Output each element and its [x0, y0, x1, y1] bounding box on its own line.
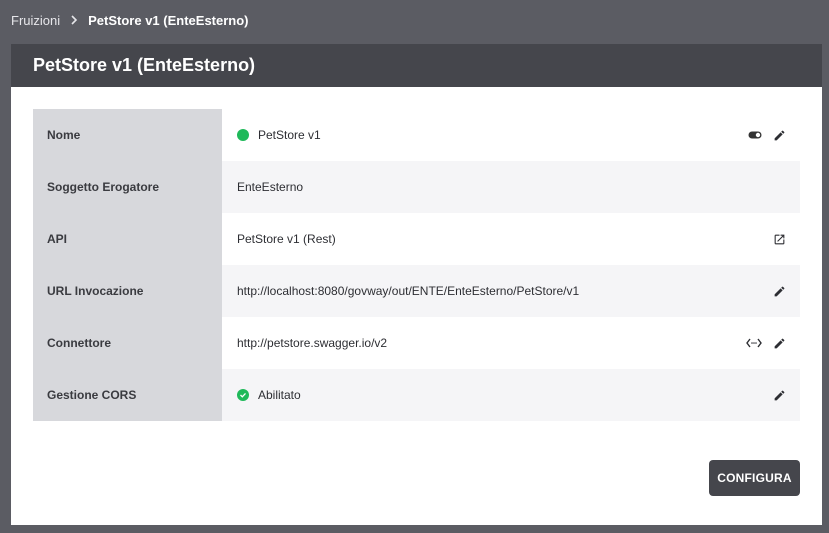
row-nome: Nome PetStore v1 — [33, 109, 800, 161]
value-connettore-cell: http://petstore.swagger.io/v2 — [222, 317, 800, 369]
label-soggetto: Soggetto Erogatore — [33, 161, 222, 213]
value-url-cell: http://localhost:8080/govway/out/ENTE/En… — [222, 265, 800, 317]
value-soggetto-cell: EnteEsterno — [222, 161, 800, 213]
breadcrumb-current: PetStore v1 (EnteEsterno) — [88, 12, 249, 28]
value-nome: PetStore v1 — [258, 128, 321, 142]
value-connettore: http://petstore.swagger.io/v2 — [237, 336, 388, 350]
value-cors: Abilitato — [258, 388, 301, 402]
chevron-right-icon — [68, 14, 80, 26]
value-url: http://localhost:8080/govway/out/ENTE/En… — [237, 284, 580, 298]
edit-nome-icon[interactable] — [772, 128, 786, 142]
open-external-icon[interactable] — [772, 232, 786, 246]
row-connettore: Connettore http://petstore.swagger.io/v2 — [33, 317, 800, 369]
edit-cors-icon[interactable] — [772, 388, 786, 402]
panel-title: PetStore v1 (EnteEsterno) — [11, 44, 822, 87]
row-soggetto: Soggetto Erogatore EnteEsterno — [33, 161, 800, 213]
row-cors: Gestione CORS Abilitato — [33, 369, 800, 421]
value-nome-cell: PetStore v1 — [222, 109, 800, 161]
label-connettore: Connettore — [33, 317, 222, 369]
row-url: URL Invocazione http://localhost:8080/go… — [33, 265, 800, 317]
label-cors: Gestione CORS — [33, 369, 222, 421]
status-active-icon — [237, 129, 249, 141]
code-arrows-icon[interactable] — [746, 336, 762, 350]
label-nome: Nome — [33, 109, 222, 161]
detail-panel: PetStore v1 (EnteEsterno) Nome PetStore … — [11, 44, 822, 525]
edit-connettore-icon[interactable] — [772, 336, 786, 350]
edit-url-icon[interactable] — [772, 284, 786, 298]
label-api: API — [33, 213, 222, 265]
breadcrumb: Fruizioni PetStore v1 (EnteEsterno) — [11, 0, 249, 40]
label-url: URL Invocazione — [33, 265, 222, 317]
breadcrumb-fruizioni-link[interactable]: Fruizioni — [11, 13, 60, 28]
toggle-icon[interactable] — [748, 128, 762, 142]
check-circle-icon — [237, 389, 249, 401]
row-api: API PetStore v1 (Rest) — [33, 213, 800, 265]
value-cors-cell: Abilitato — [222, 369, 800, 421]
value-soggetto: EnteEsterno — [237, 180, 304, 194]
value-api-cell: PetStore v1 (Rest) — [222, 213, 800, 265]
detail-table: Nome PetStore v1 Soggetto Erogatore Ente… — [33, 109, 800, 421]
value-api: PetStore v1 (Rest) — [237, 232, 336, 246]
configure-button[interactable]: CONFIGURA — [709, 460, 800, 496]
